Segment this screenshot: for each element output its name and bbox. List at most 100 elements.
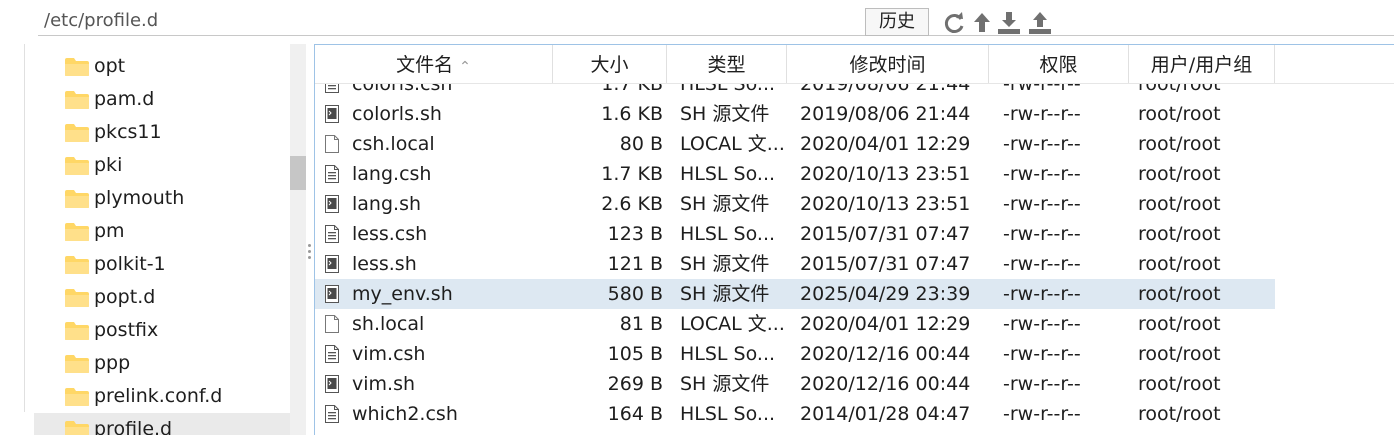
- history-button[interactable]: 历史: [865, 8, 929, 36]
- file-permissions: -rw-r--r--: [1003, 313, 1081, 335]
- file-type: HLSL So...: [680, 343, 776, 365]
- upload-icon[interactable]: [969, 10, 995, 36]
- file-row-less-sh[interactable]: less.sh 121 B SH 源文件 2015/07/31 07:47 -rw-r-…: [315, 249, 1275, 279]
- file-permissions: -rw-r--r--: [1003, 223, 1081, 245]
- file-size: 121 B: [607, 253, 663, 275]
- file-name: less.csh: [352, 223, 428, 245]
- text-file-icon: [325, 225, 339, 243]
- tree-item-label: pm: [94, 220, 125, 242]
- folder-icon: [65, 124, 89, 142]
- tree-item-prelink-conf-d[interactable]: prelink.conf.d: [34, 380, 290, 413]
- file-permissions: -rw-r--r--: [1003, 103, 1081, 125]
- tree-item-label: postfix: [94, 319, 159, 341]
- column-header-modified[interactable]: 修改时间: [787, 45, 989, 83]
- file-row-vim-sh[interactable]: vim.sh 269 B SH 源文件 2020/12/16 00:44 -rw-r--…: [315, 369, 1275, 399]
- file-modified: 2015/07/31 07:47: [800, 223, 971, 245]
- file-name: less.sh: [352, 253, 417, 275]
- column-header-type[interactable]: 类型: [667, 45, 787, 83]
- pane-splitter[interactable]: [306, 44, 314, 435]
- file-permissions: -rw-r--r--: [1003, 403, 1081, 425]
- file-name: csh.local: [352, 133, 435, 155]
- folder-icon: [65, 223, 89, 241]
- file-modified: 2020/10/13 23:51: [800, 163, 971, 185]
- file-permissions: -rw-r--r--: [1003, 163, 1081, 185]
- tree-item-pm[interactable]: pm: [34, 215, 290, 248]
- file-row-sh-local[interactable]: sh.local 81 B LOCAL 文... 2020/04/01 12:29 -r…: [315, 309, 1275, 339]
- shell-script-file-icon: [325, 285, 339, 303]
- path-input[interactable]: /etc/profile.d: [38, 6, 1394, 36]
- file-size: 1.6 KB: [601, 103, 663, 125]
- tree-item-label: polkit-1: [94, 253, 166, 275]
- tree-item-ppp[interactable]: ppp: [34, 347, 290, 380]
- file-modified: 2020/10/13 23:51: [800, 193, 971, 215]
- shell-script-file-icon: [325, 105, 339, 123]
- sort-ascending-icon: ⌃: [459, 59, 471, 75]
- tree-item-polkit-1[interactable]: polkit-1: [34, 248, 290, 281]
- folder-icon: [65, 421, 89, 435]
- file-modified: 2025/04/29 23:39: [800, 283, 971, 305]
- tree-item-pam-d[interactable]: pam.d: [34, 83, 290, 116]
- file-permissions: -rw-r--r--: [1003, 343, 1081, 365]
- tree-item-pkcs11[interactable]: pkcs11: [34, 116, 290, 149]
- tree-scrollbar[interactable]: [290, 44, 306, 435]
- tree-item-label: popt.d: [94, 286, 156, 308]
- file-name: sh.local: [352, 313, 425, 335]
- file-row-vim-csh[interactable]: vim.csh 105 B HLSL So... 2020/12/16 00:44 -r…: [315, 339, 1275, 369]
- file-name: vim.sh: [352, 373, 416, 395]
- column-header-owner[interactable]: 用户/用户组: [1129, 45, 1275, 83]
- file-row-colorls-sh[interactable]: colorls.sh 1.6 KB SH 源文件 2019/08/06 21:44 -r…: [315, 99, 1275, 129]
- file-row-lang-sh[interactable]: lang.sh 2.6 KB SH 源文件 2020/10/13 23:51 -rw-r…: [315, 189, 1275, 219]
- file-owner: root/root: [1138, 103, 1221, 125]
- shell-script-file-icon: [325, 255, 339, 273]
- folder-icon: [65, 355, 89, 373]
- column-header-name[interactable]: 文件名 ⌃: [315, 45, 553, 83]
- file-modified: 2020/12/16 00:44: [800, 343, 971, 365]
- file-type: LOCAL 文...: [680, 313, 785, 335]
- file-owner: root/root: [1138, 313, 1221, 335]
- tree-item-profile-d[interactable]: profile.d: [34, 413, 290, 435]
- file-owner: root/root: [1138, 253, 1221, 275]
- file-list: 文件名 ⌃ 大小 类型 修改时间 权限 用户/用户组 colorls.csh 1.7…: [314, 44, 1394, 435]
- file-type: HLSL So...: [680, 163, 776, 185]
- file-permissions: -rw-r--r--: [1003, 373, 1081, 395]
- file-owner: root/root: [1138, 283, 1221, 305]
- file-size: 269 B: [607, 373, 663, 395]
- folder-tree[interactable]: opt pam.d pkcs11 pki plymouth pm polkit-1 popt.…: [34, 44, 290, 435]
- file-type: SH 源文件: [680, 193, 770, 215]
- file-row-lang-csh[interactable]: lang.csh 1.7 KB HLSL So... 2020/10/13 23:51…: [315, 159, 1275, 189]
- file-size: 2.6 KB: [601, 193, 663, 215]
- tree-item-pki[interactable]: pki: [34, 149, 290, 182]
- file-row-which2-csh[interactable]: which2.csh 164 B HLSL So... 2014/01/28 04:4…: [315, 399, 1275, 429]
- file-type: SH 源文件: [680, 283, 770, 305]
- file-name: colorls.sh: [352, 103, 442, 125]
- upload-folder-icon[interactable]: [1027, 10, 1053, 36]
- tree-item-label: profile.d: [94, 418, 173, 435]
- file-name: vim.csh: [352, 343, 426, 365]
- file-name: lang.csh: [352, 163, 432, 185]
- refresh-icon[interactable]: [941, 10, 967, 36]
- file-row-my-env-sh[interactable]: my_env.sh 580 B SH 源文件 2025/04/29 23:39 -rw-…: [315, 279, 1275, 309]
- column-header-size[interactable]: 大小: [553, 45, 667, 83]
- file-owner: root/root: [1138, 223, 1221, 245]
- file-row-csh-local[interactable]: csh.local 80 B LOCAL 文... 2020/04/01 12:29 -…: [315, 129, 1275, 159]
- tree-item-postfix[interactable]: postfix: [34, 314, 290, 347]
- file-type: HLSL So...: [680, 223, 776, 245]
- folder-icon: [65, 388, 89, 406]
- text-file-icon: [325, 165, 339, 183]
- tree-scrollbar-thumb[interactable]: [290, 156, 306, 190]
- blank-file-icon: [325, 315, 339, 333]
- file-permissions: -rw-r--r--: [1003, 253, 1081, 275]
- tree-item-popt-d[interactable]: popt.d: [34, 281, 290, 314]
- file-modified: 2020/04/01 12:29: [800, 313, 971, 335]
- tree-item-opt[interactable]: opt: [34, 50, 290, 83]
- file-owner: root/root: [1138, 373, 1221, 395]
- file-row-less-csh[interactable]: less.csh 123 B HLSL So... 2015/07/31 07:47 -…: [315, 219, 1275, 249]
- file-size: 80 B: [619, 133, 663, 155]
- text-file-icon: [325, 345, 339, 363]
- file-modified: 2014/01/28 04:47: [800, 403, 971, 425]
- download-icon[interactable]: [996, 10, 1022, 36]
- file-type: SH 源文件: [680, 373, 770, 395]
- column-header-permissions[interactable]: 权限: [989, 45, 1129, 83]
- tree-item-plymouth[interactable]: plymouth: [34, 182, 290, 215]
- file-modified: 2019/08/06 21:44: [800, 103, 971, 125]
